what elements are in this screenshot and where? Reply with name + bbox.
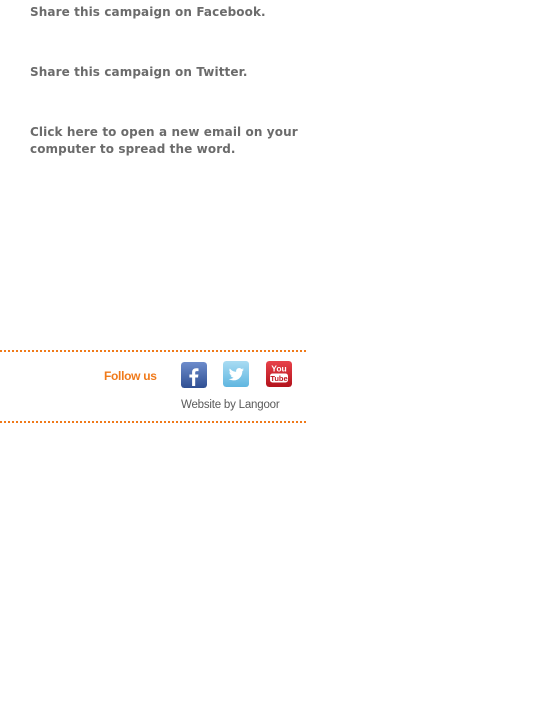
share-facebook-link[interactable]: Share this campaign on Facebook. <box>30 4 266 21</box>
twitter-icon <box>223 361 249 387</box>
website-credit-link[interactable]: Website by Langoor <box>181 399 280 411</box>
youtube-button[interactable]: You Tube <box>266 361 292 387</box>
share-email-link[interactable]: Click here to open a new email on your c… <box>30 124 300 158</box>
footer-bottom-divider <box>0 421 306 423</box>
footer: Follow us You Tube Website by Langoor <box>0 350 306 423</box>
facebook-button[interactable] <box>181 362 207 388</box>
svg-text:Tube: Tube <box>270 374 287 383</box>
follow-us-label: Follow us <box>104 369 157 383</box>
svg-text:You: You <box>271 364 286 374</box>
footer-top-divider <box>0 350 306 352</box>
facebook-icon <box>181 362 207 388</box>
share-twitter-link[interactable]: Share this campaign on Twitter. <box>30 64 248 81</box>
youtube-icon: You Tube <box>266 361 292 387</box>
twitter-button[interactable] <box>223 361 249 387</box>
